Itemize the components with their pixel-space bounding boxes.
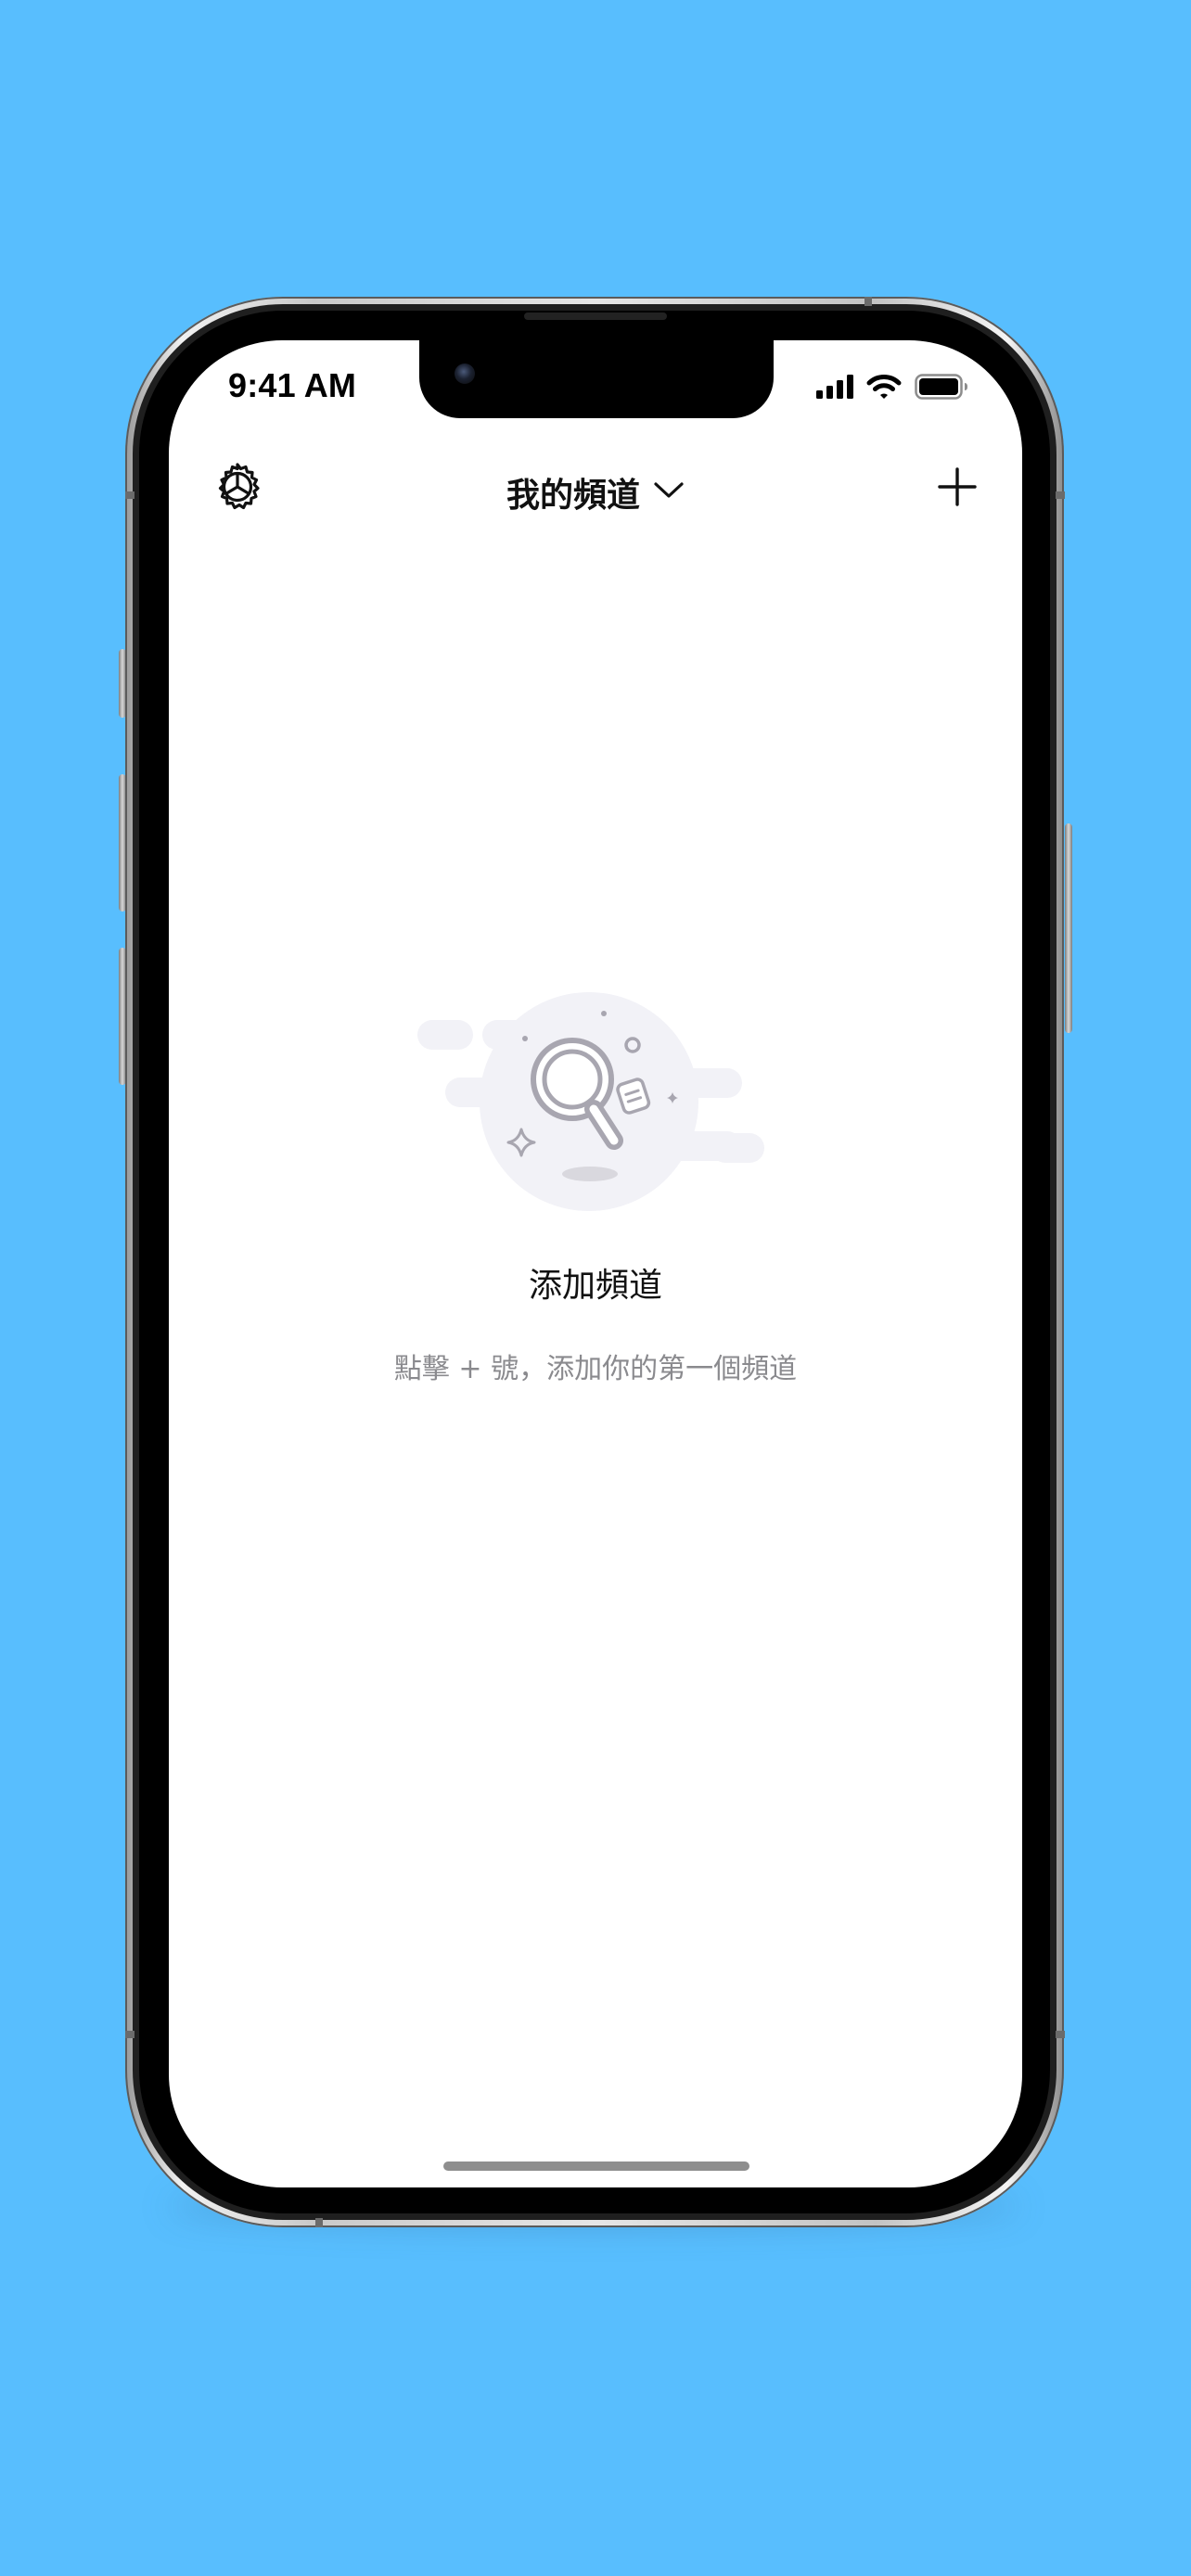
- antenna-line: [125, 2031, 134, 2038]
- app-screen: 9:41 AM 我的頻道 添加頻道 點擊 + 號，添加你的第一個頻道: [169, 340, 1022, 2187]
- antenna-line: [315, 2218, 323, 2227]
- empty-state-title: 添加頻道: [528, 1267, 662, 1305]
- antenna-line: [1056, 491, 1065, 499]
- battery-icon: [915, 374, 968, 403]
- antenna-line: [1056, 2031, 1065, 2038]
- add-channel-button[interactable]: [929, 461, 985, 516]
- canvas: 9:41 AM 我的頻道 添加頻道 點擊 + 號，添加你的第一個頻道: [0, 0, 1191, 2576]
- chevron-down-icon: [653, 480, 685, 504]
- status-icons: [816, 374, 968, 403]
- nav-bar: 我的頻道: [169, 442, 1022, 535]
- antenna-line: [864, 297, 872, 306]
- antenna-line: [125, 491, 134, 499]
- plus-icon: [937, 466, 978, 511]
- front-camera: [455, 363, 475, 384]
- magnifier-search-illustration: [408, 992, 779, 1215]
- empty-state-subtitle: 點擊 + 號，添加你的第一個頻道: [393, 1353, 798, 1385]
- status-time: 9:41 AM: [228, 366, 357, 404]
- power-button: [1065, 823, 1072, 1033]
- earpiece-speaker: [524, 312, 667, 320]
- channel-selector[interactable]: 我的頻道: [169, 468, 1022, 516]
- cellular-signal-icon: [816, 375, 853, 402]
- page-title: 我的頻道: [506, 477, 640, 515]
- wifi-icon: [866, 374, 902, 403]
- home-indicator[interactable]: [443, 2162, 749, 2171]
